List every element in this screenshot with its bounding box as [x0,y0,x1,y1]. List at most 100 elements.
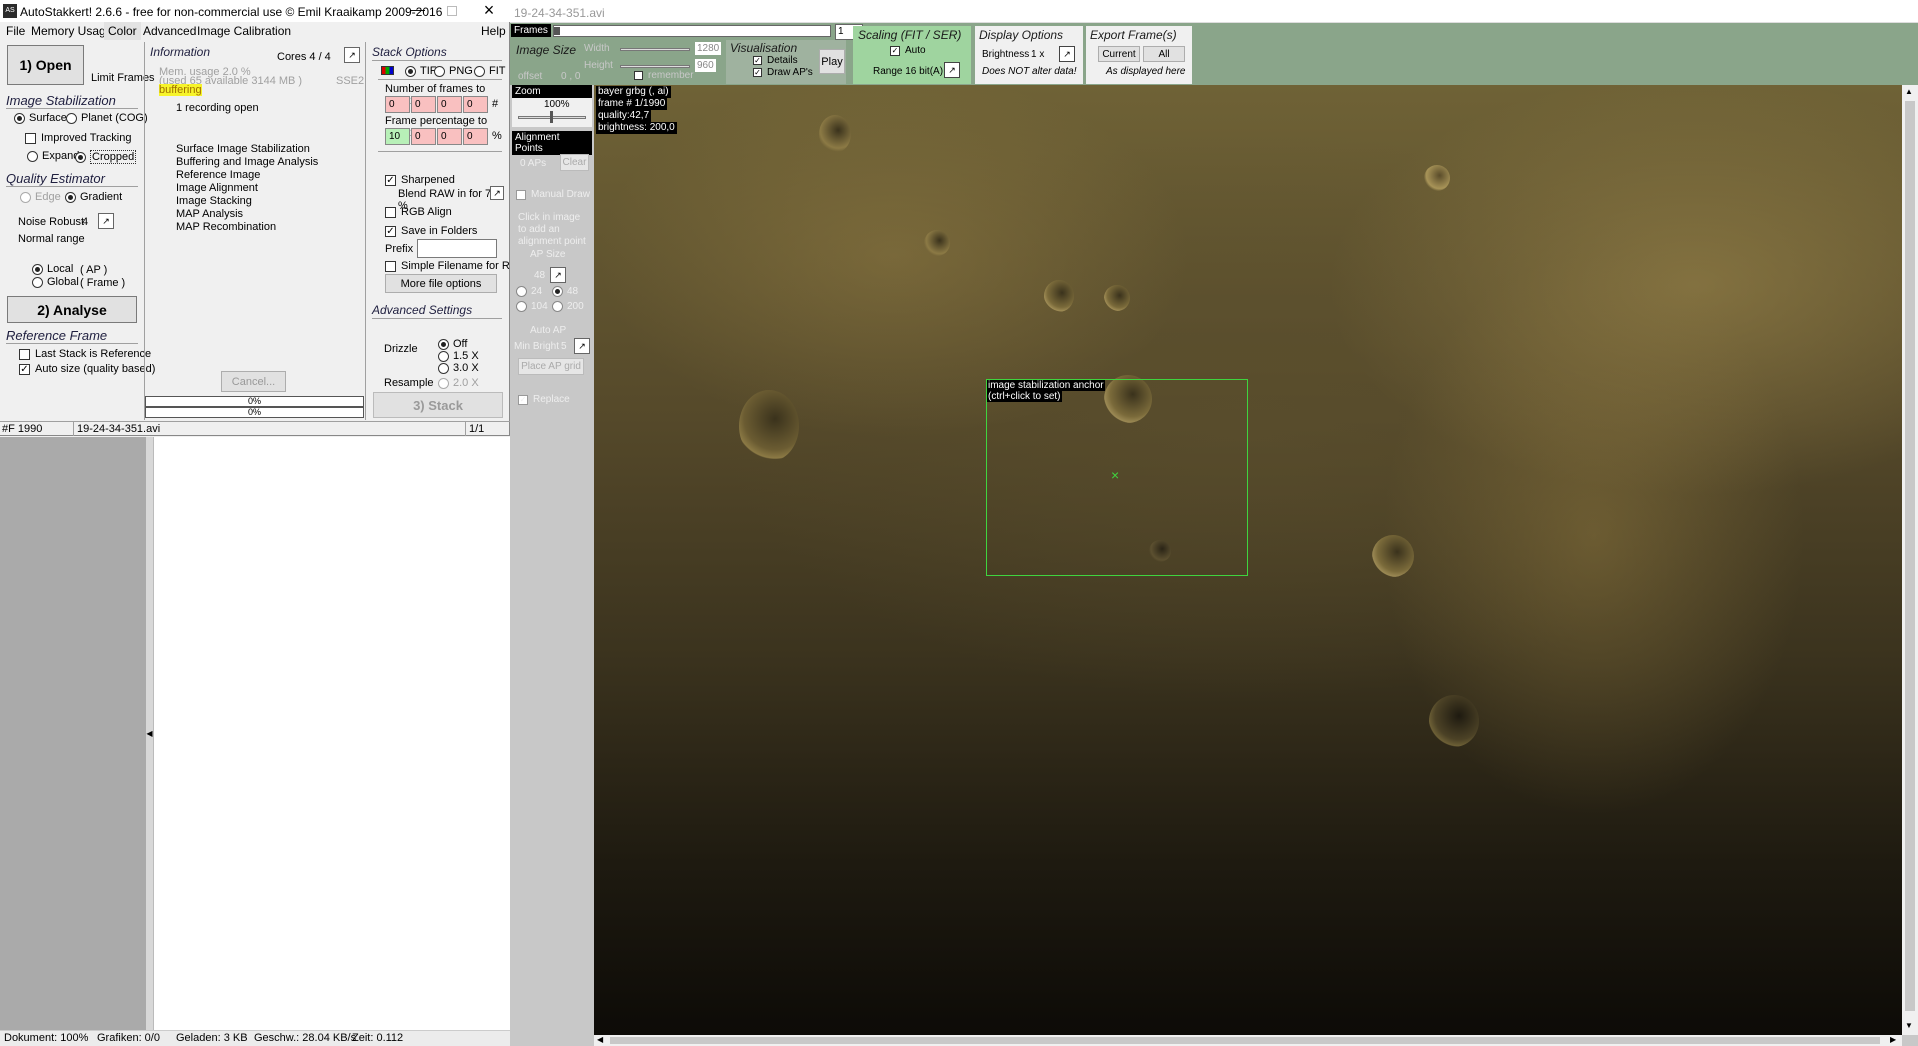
pct-frames-4[interactable]: 0 [463,128,488,145]
drizzle-30-radio[interactable]: 3.0 X [438,362,479,374]
frames-slider[interactable] [553,25,831,37]
num-frames-1[interactable]: 0 [385,96,410,113]
local-radio[interactable]: Local [32,263,73,275]
step-reference-image: Reference Image [176,169,261,181]
png-radio[interactable]: PNG [434,65,473,77]
status-dokument: Dokument: 100% [4,1032,89,1044]
num-frames-3[interactable]: 0 [437,96,462,113]
stabilization-anchor-box[interactable]: image stabilization anchor (ctrl+click t… [986,379,1248,576]
auto-size-checkbox[interactable]: ✓ Auto size (quality based) [19,363,155,375]
maximize-icon[interactable] [447,6,457,16]
open-button[interactable]: 1) Open [7,45,84,85]
ap-size-48-radio[interactable]: 48 [552,286,578,297]
noise-robust-adjust-icon[interactable]: ↗ [98,213,114,229]
cancel-button[interactable]: Cancel... [221,371,286,392]
more-file-options-button[interactable]: More file options [385,274,497,293]
global-radio[interactable]: Global [32,276,79,288]
min-bright-label: Min Bright [514,341,560,352]
status-geladen: Geladen: 3 KB [176,1032,248,1044]
planet-radio[interactable]: Planet (COG) [66,112,148,124]
cropped-radio[interactable]: Cropped [75,150,137,164]
num-frames-4[interactable]: 0 [463,96,488,113]
minimize-icon[interactable]: — [408,2,428,19]
resample-20-radio[interactable]: 2.0 X [438,377,479,389]
surface-radio[interactable]: Surface [14,112,67,124]
rgb-align-checkbox[interactable]: RGB Align [385,206,452,218]
fit-radio[interactable]: FIT [474,65,506,77]
drizzle-off-radio[interactable]: Off [438,338,467,350]
noise-robust-label: Noise Robust [18,216,85,228]
scroll-right-icon[interactable]: ▶ [1890,1035,1896,1044]
export-current-button[interactable]: Current [1098,46,1140,62]
menu-help[interactable]: Help [481,24,506,38]
ap-size-adjust-icon[interactable]: ↗ [550,267,566,283]
sharpened-checkbox[interactable]: ✓ Sharpened [385,174,455,186]
sse-label: SSE2 [336,75,365,87]
height-slider[interactable] [620,65,690,68]
crater [819,115,851,153]
ap-hint: Click in image to add an alignment point [518,212,586,247]
save-in-folders-checkbox[interactable]: ✓ Save in Folders [385,225,477,237]
scaling-auto-checkbox[interactable]: ✓ Auto [890,45,926,56]
close-icon[interactable]: × [480,1,498,19]
pct-frames-3[interactable]: 0 [437,128,462,145]
expand-radio[interactable]: Expand [27,150,79,162]
draw-aps-checkbox[interactable]: ✓ Draw AP's [753,67,813,78]
blend-raw-adjust-icon[interactable]: ↗ [490,186,504,200]
scroll-up-icon[interactable]: ▲ [1905,87,1913,96]
export-title: Export Frame(s) [1090,28,1177,42]
menu-file[interactable]: File [6,24,25,38]
remember-checkbox[interactable]: remember [634,70,694,81]
horizontal-scrollbar[interactable]: ◀ ▶ [594,1035,1902,1046]
gradient-radio[interactable]: Gradient [65,191,122,203]
menu-image-calibration[interactable]: Image Calibration [197,24,291,38]
place-ap-grid-button[interactable]: Place AP grid [518,358,584,375]
frames-slider-thumb[interactable] [554,27,560,35]
menu-memory-usage[interactable]: Memory Usage [31,24,112,38]
ap-size-200-radio[interactable]: 200 [552,301,584,312]
scroll-down-icon[interactable]: ▼ [1905,1021,1913,1030]
zoom-slider-thumb[interactable] [550,111,553,123]
pct-frames-2[interactable]: 0 [411,128,436,145]
play-button[interactable]: Play [819,49,845,74]
scroll-thumb-v[interactable] [1905,101,1915,1011]
menu-advanced[interactable]: Advanced [143,24,196,38]
app-logo-icon: AS [3,4,17,18]
drizzle-15-radio[interactable]: 1.5 X [438,350,479,362]
scroll-thumb-h[interactable] [610,1037,1880,1044]
prefix-input[interactable] [417,239,497,258]
status-zeit: Zeit: 0.112 [352,1032,404,1044]
ap-size-24-radio[interactable]: 24 [516,286,542,297]
collapse-arrow-icon[interactable]: ◀ [146,437,153,1030]
ap-size-104-radio[interactable]: 104 [516,301,548,312]
manual-draw-checkbox[interactable]: Manual Draw [516,189,590,200]
improved-tracking-checkbox[interactable]: Improved Tracking [25,132,131,144]
clear-aps-button[interactable]: Clear [560,154,589,171]
replace-checkbox[interactable]: ✓ Replace [518,394,570,405]
step-surface-stabilization: Surface Image Stabilization [176,143,310,155]
tif-radio[interactable]: TIF [405,65,437,77]
menu-color[interactable]: Color [104,22,141,40]
export-note: As displayed here [1106,66,1186,77]
width-slider[interactable] [620,48,690,51]
brightness-adjust-icon[interactable]: ↗ [1059,46,1075,62]
stack-button[interactable]: 3) Stack [373,392,503,418]
analyse-button[interactable]: 2) Analyse [7,296,137,323]
simple-filename-checkbox[interactable]: Simple Filename for RAW [385,260,527,272]
export-all-button[interactable]: All [1143,46,1185,62]
min-bright-adjust-icon[interactable]: ↗ [574,338,590,354]
moon-frame-image[interactable]: bayer grbg (, ai) frame # 1/1990 quality… [594,85,1902,1035]
pct-frames-1[interactable]: 10 [385,128,410,145]
drizzle-label: Drizzle [384,343,418,355]
expand-arrows-icon[interactable]: ↗ [344,47,360,63]
last-stack-reference-checkbox[interactable]: Last Stack is Reference [19,348,151,360]
range-adjust-icon[interactable]: ↗ [944,62,960,78]
color-swatch-icon[interactable] [381,66,394,75]
zoom-value: 100% [544,99,570,110]
crater [924,230,950,256]
num-frames-2[interactable]: 0 [411,96,436,113]
vertical-scrollbar[interactable]: ▲ ▼ [1902,85,1918,1035]
scroll-left-icon[interactable]: ◀ [597,1035,603,1044]
edge-radio[interactable]: Edge [20,191,61,203]
details-checkbox[interactable]: ✓ Details [753,55,798,66]
